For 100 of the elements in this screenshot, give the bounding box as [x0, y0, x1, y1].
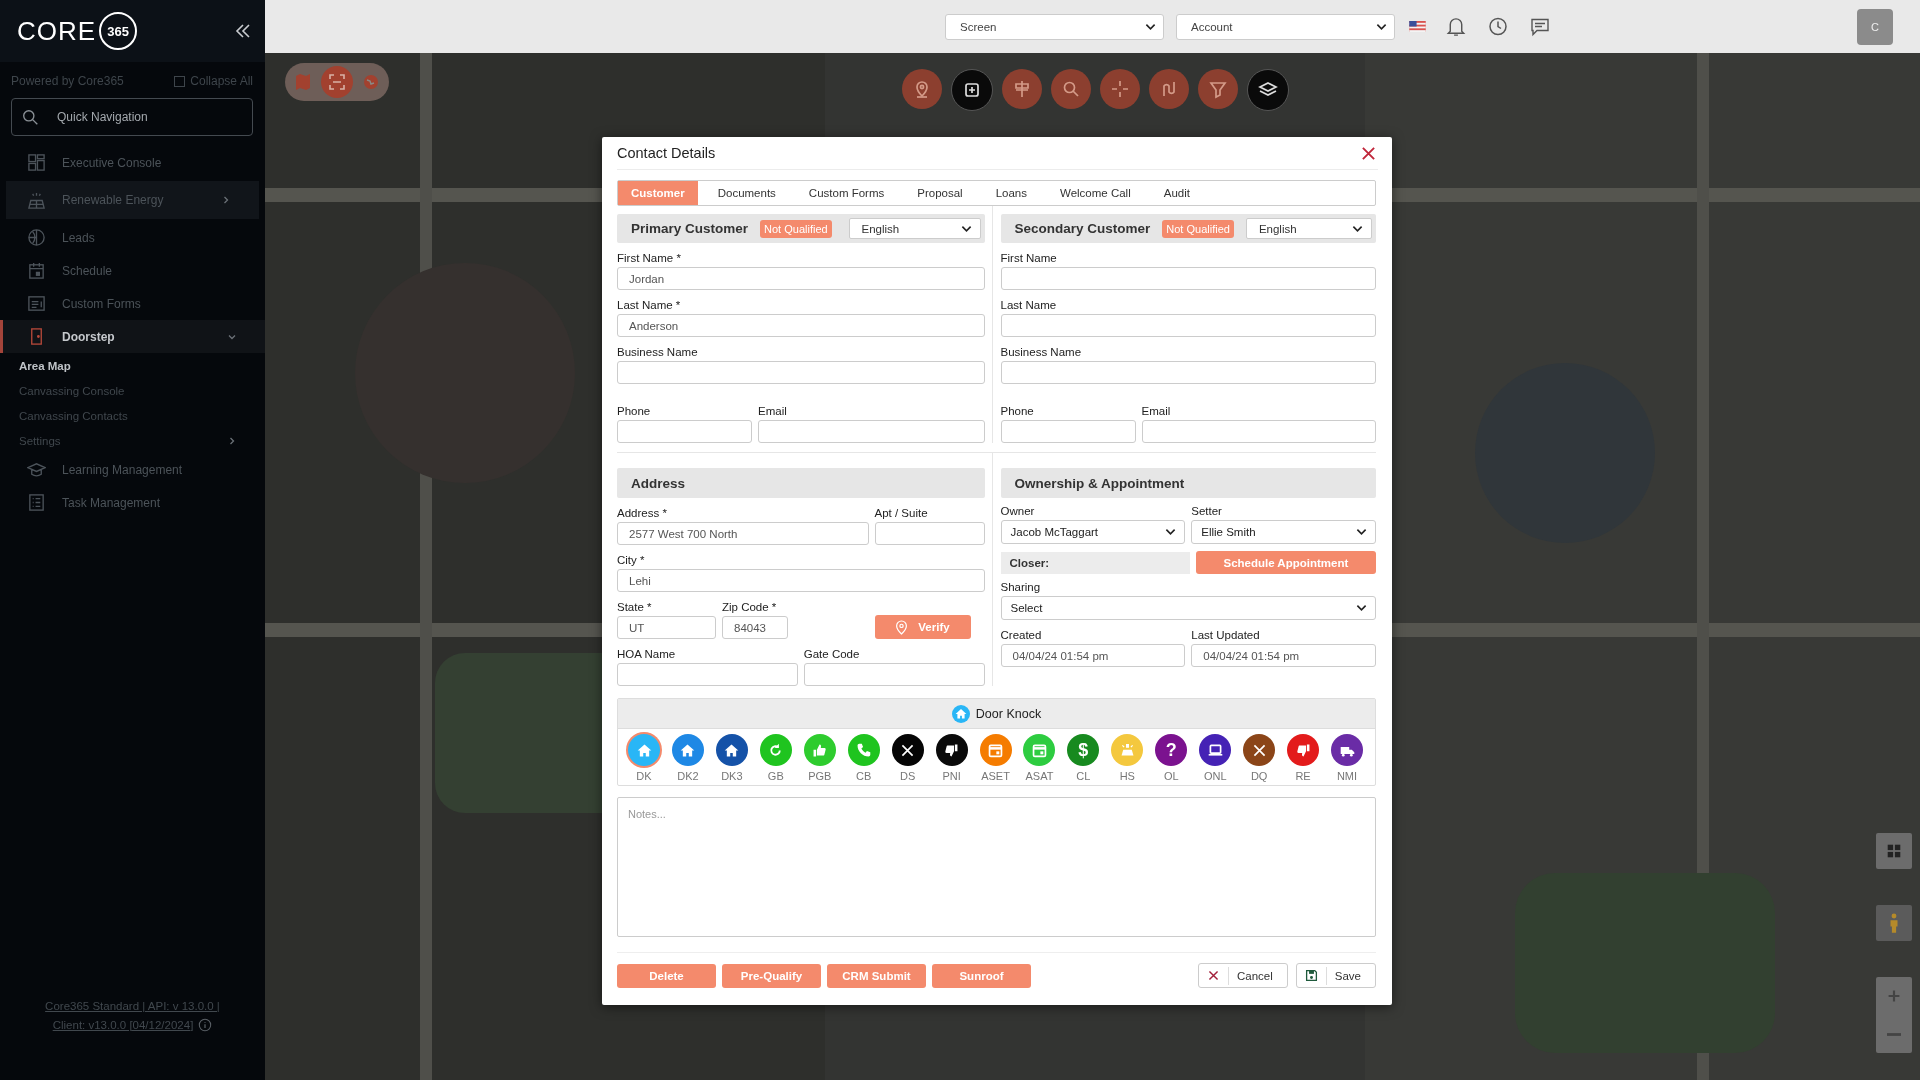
field-label: Gate Code: [803, 648, 861, 660]
tab[interactable]: Audit: [1150, 181, 1203, 205]
door-knock-title: Door Knock: [975, 706, 1042, 721]
language-select[interactable]: English: [848, 218, 981, 239]
status-option[interactable]: DK: [624, 734, 664, 782]
input-field[interactable]: UT: [617, 616, 716, 639]
status-option[interactable]: PGB: [799, 734, 840, 782]
field-label: Last Updated: [1191, 629, 1261, 641]
close-icon[interactable]: [1361, 145, 1376, 161]
input-field[interactable]: [617, 663, 798, 686]
search-icon: [22, 109, 39, 126]
field-label: Address *: [617, 507, 668, 519]
notes-field[interactable]: Notes...: [617, 797, 1376, 937]
nav-item[interactable]: Executive Console: [0, 146, 265, 179]
status-option[interactable]: GB: [755, 734, 796, 782]
status-option[interactable]: DS: [887, 734, 928, 782]
status-option[interactable]: DK3: [711, 734, 752, 782]
input-field[interactable]: [1141, 420, 1376, 443]
input-field[interactable]: [617, 361, 985, 384]
map-type-button[interactable]: [1876, 833, 1912, 869]
tab[interactable]: Loans: [982, 181, 1040, 205]
search-field[interactable]: Quick Navigation: [11, 98, 253, 136]
status-badge: Not Qualified: [1162, 219, 1234, 238]
input-field[interactable]: [1000, 267, 1376, 290]
save-button[interactable]: Save: [1295, 963, 1376, 988]
grid-icon: [27, 153, 46, 172]
status-option[interactable]: $ CL: [1063, 734, 1104, 782]
input-field[interactable]: 04/04/24 01:54 pm: [1191, 644, 1376, 667]
input-field[interactable]: Lehi: [617, 569, 985, 592]
field-label: Owner: [1000, 505, 1036, 517]
status-option[interactable]: ? OL: [1151, 734, 1192, 782]
input-field[interactable]: [803, 663, 985, 686]
status-option[interactable]: RE: [1283, 734, 1324, 782]
status-dot: ?: [1155, 734, 1188, 766]
nav-item[interactable]: Custom Forms: [0, 287, 265, 320]
nav-item[interactable]: Doorstep: [0, 320, 265, 353]
street-view-button[interactable]: [1876, 905, 1912, 941]
chevron-down-icon: [1356, 528, 1367, 536]
status-option[interactable]: NMI: [1327, 734, 1367, 782]
nav-subitem[interactable]: Area Map: [0, 353, 265, 378]
chevron-down-icon: [1356, 604, 1367, 612]
clock-icon[interactable]: [1488, 16, 1508, 37]
info-icon[interactable]: [198, 1018, 213, 1032]
tab[interactable]: Welcome Call: [1047, 181, 1144, 205]
input-field[interactable]: 04/04/24 01:54 pm: [1000, 644, 1186, 667]
input-field[interactable]: Anderson: [617, 314, 985, 337]
input-field[interactable]: Jordan: [617, 267, 985, 290]
account-select[interactable]: Account: [1176, 13, 1395, 40]
chevron-down-icon: [960, 224, 972, 233]
select-field[interactable]: Ellie Smith: [1191, 520, 1376, 544]
logo: CORE 365: [17, 12, 138, 50]
input-field[interactable]: 84043: [722, 616, 788, 639]
grid-icon: [1885, 842, 1903, 860]
save-icon: [1304, 969, 1318, 982]
flag-icon[interactable]: [1409, 21, 1426, 32]
section-title: Primary Customer: [631, 221, 749, 236]
select-field[interactable]: Select: [1000, 596, 1376, 620]
tab[interactable]: Proposal: [904, 181, 976, 205]
language-select[interactable]: English: [1245, 218, 1372, 239]
field-label: Business Name: [617, 346, 699, 358]
status-option[interactable]: PNI: [931, 734, 972, 782]
tab[interactable]: Custom Forms: [795, 181, 898, 205]
solar-panel-icon: [27, 190, 46, 210]
tab[interactable]: Documents: [704, 181, 789, 205]
double-chevron-left-icon[interactable]: [235, 24, 251, 38]
chevron-down-icon: [1145, 22, 1156, 31]
cancel-button[interactable]: Cancel: [1197, 963, 1288, 988]
status-option[interactable]: DK2: [667, 734, 708, 782]
field-label: Email: [1141, 405, 1172, 417]
input-field[interactable]: 2577 West 700 North: [617, 522, 869, 545]
nav-item[interactable]: Learning Management: [0, 453, 265, 486]
chat-icon[interactable]: [1530, 16, 1550, 37]
bell-icon[interactable]: [1446, 16, 1466, 37]
input-field[interactable]: [1000, 420, 1136, 443]
input-field[interactable]: [1000, 314, 1376, 337]
globe-icon[interactable]: [361, 72, 381, 92]
input-field[interactable]: [874, 522, 985, 545]
status-option[interactable]: CB: [843, 734, 884, 782]
field-label: Email: [758, 405, 788, 417]
status-option[interactable]: ASAT: [1019, 734, 1060, 782]
nav-item[interactable]: Schedule: [0, 254, 265, 287]
house-icon: [951, 704, 970, 723]
screen-select[interactable]: Screen: [945, 13, 1164, 40]
avatar[interactable]: C: [1857, 8, 1893, 45]
nav-item[interactable]: Task Management: [0, 486, 265, 519]
signpost-icon: [1012, 79, 1032, 99]
fullscreen-button[interactable]: [321, 66, 353, 98]
nav-item[interactable]: Leads: [0, 221, 265, 254]
phone-icon: [855, 741, 873, 759]
input-field[interactable]: [1000, 361, 1376, 384]
status-option[interactable]: DQ: [1239, 734, 1280, 782]
status-option[interactable]: HS: [1107, 734, 1148, 782]
field-label: Created: [1000, 629, 1043, 641]
input-field[interactable]: [758, 420, 985, 443]
status-option[interactable]: ONL: [1195, 734, 1236, 782]
crosshair-icon: [1110, 79, 1130, 99]
status-option[interactable]: ASET: [975, 734, 1016, 782]
section-title: Address: [631, 475, 686, 491]
input-field[interactable]: [617, 420, 752, 443]
select-field[interactable]: Jacob McTaggart: [1000, 520, 1186, 544]
